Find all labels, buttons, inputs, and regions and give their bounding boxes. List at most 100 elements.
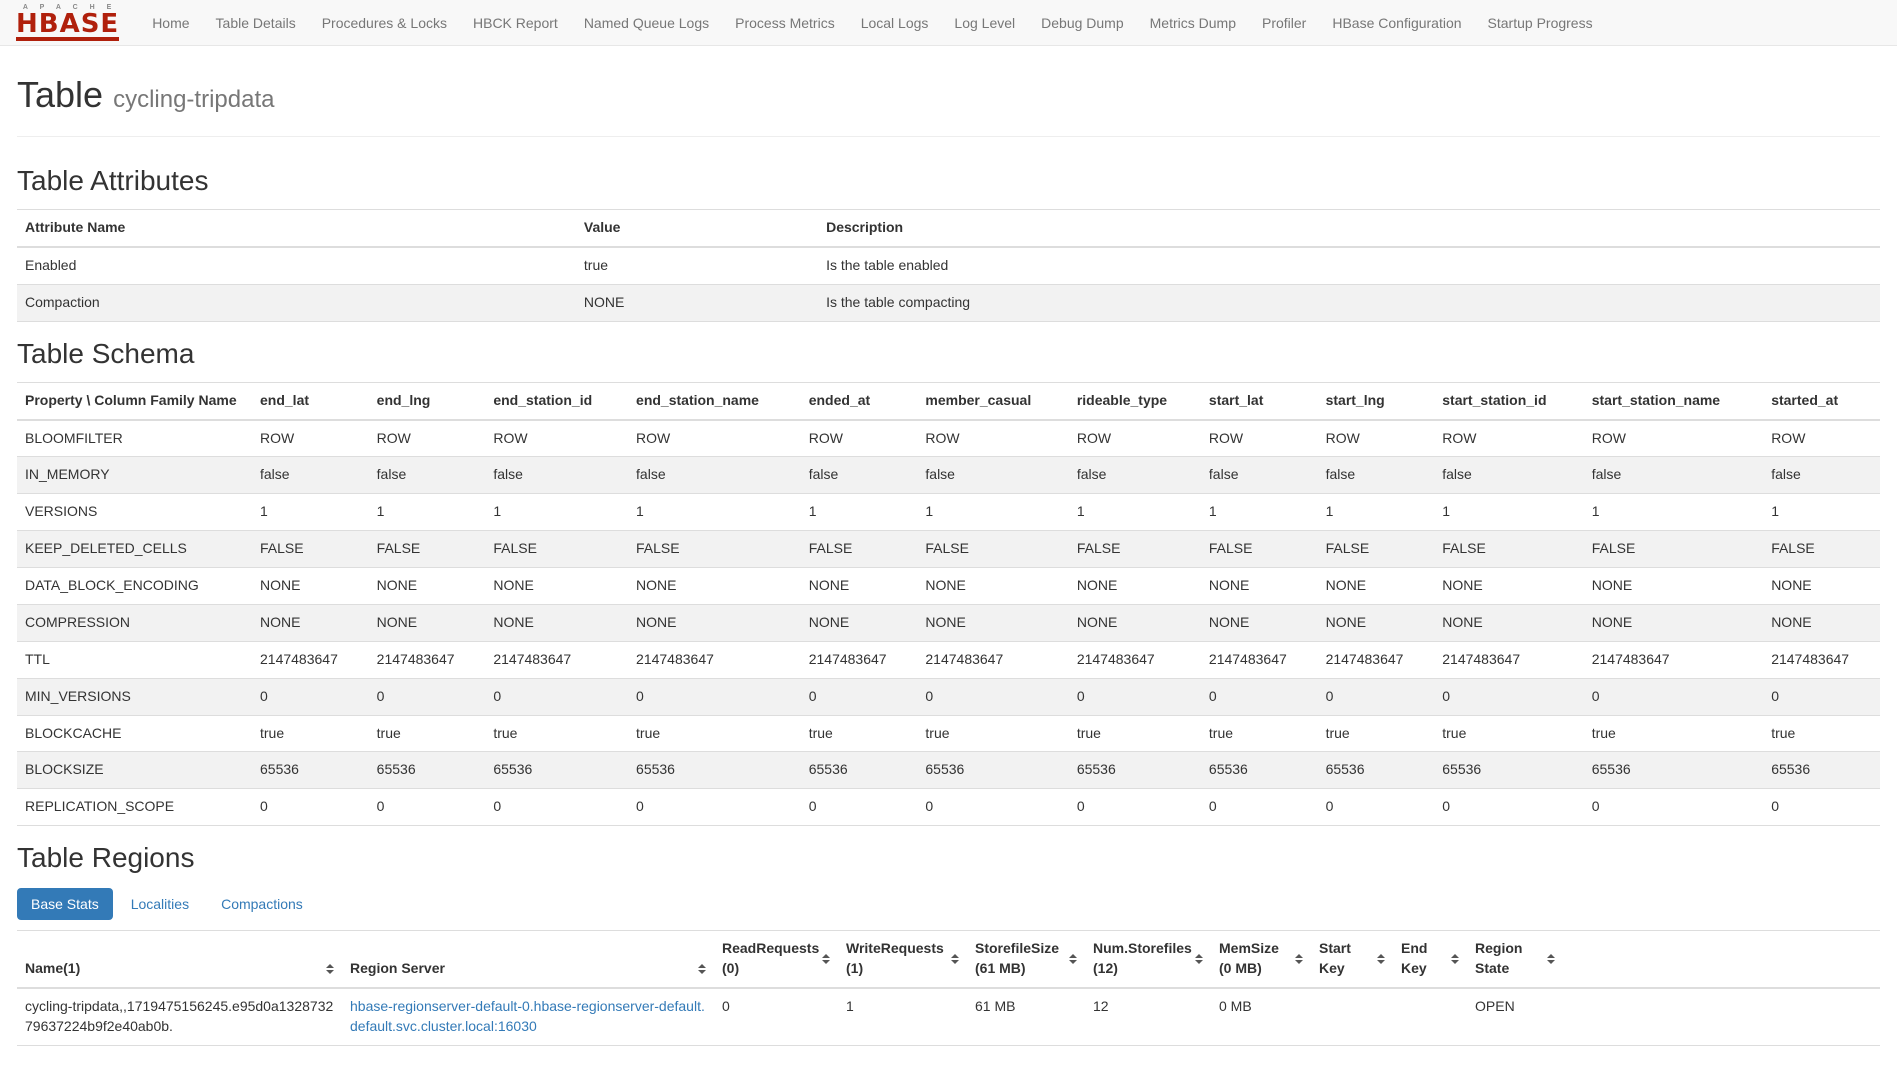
nav-item-debug-dump[interactable]: Debug Dump (1028, 1, 1137, 45)
table-cell: true (252, 715, 369, 752)
nav-item-home[interactable]: Home (139, 1, 202, 45)
regions-tbody: cycling-tripdata,,1719475156245.e95d0a13… (17, 988, 1880, 1045)
sortable-column-name-1[interactable]: Name(1) (17, 931, 342, 988)
table-cell: 0 (801, 789, 918, 826)
table-cell: 2147483647 (1201, 641, 1318, 678)
sortable-column-start-key[interactable]: Start Key (1311, 931, 1393, 988)
table-cell: FALSE (485, 531, 628, 568)
column-header-end-station-name: end_station_name (628, 382, 801, 419)
row-filler (1563, 988, 1880, 1045)
table-cell: Is the table compacting (818, 284, 1880, 321)
column-label: Name(1) (25, 959, 80, 979)
table-cell: false (917, 457, 1068, 494)
nav-item-startup-progress[interactable]: Startup Progress (1475, 1, 1606, 45)
sort-icon[interactable] (951, 954, 959, 964)
nav-item-table-details[interactable]: Table Details (203, 1, 309, 45)
sortable-column-region-server[interactable]: Region Server (342, 931, 714, 988)
tab-localities[interactable]: Localities (117, 888, 203, 920)
column-header-value: Value (576, 210, 818, 247)
sort-icon[interactable] (822, 954, 830, 964)
region-server-link[interactable]: hbase-regionserver-default-0.hbase-regio… (350, 998, 705, 1034)
table-cell: ROW (801, 420, 918, 457)
table-cell: 0 (485, 789, 628, 826)
nav-item-hbase-configuration[interactable]: HBase Configuration (1319, 1, 1474, 45)
hbase-logo[interactable]: A P A C H E HBASE (16, 4, 119, 41)
nav-item-profiler[interactable]: Profiler (1249, 1, 1319, 45)
table-cell: true (801, 715, 918, 752)
table-cell: FALSE (917, 531, 1068, 568)
table-cell: NONE (917, 604, 1068, 641)
nav-item-metrics-dump[interactable]: Metrics Dump (1137, 1, 1249, 45)
tab-base-stats[interactable]: Base Stats (17, 888, 113, 920)
nav-item-local-logs[interactable]: Local Logs (848, 1, 942, 45)
sort-down-arrow (1547, 960, 1555, 964)
column-label: Region State (1475, 939, 1543, 979)
sort-icon[interactable] (1195, 954, 1203, 964)
table-cell: NONE (252, 604, 369, 641)
header-filler (1563, 931, 1880, 988)
table-cell: 1 (485, 494, 628, 531)
nav-item-log-level[interactable]: Log Level (941, 1, 1028, 45)
nav-item-procedures-locks[interactable]: Procedures & Locks (309, 1, 460, 45)
table-cell: NONE (1584, 568, 1763, 605)
sort-icon[interactable] (1377, 954, 1385, 964)
table-cell: 0 (369, 789, 486, 826)
table-cell: ROW (1763, 420, 1880, 457)
table-cell: 65536 (1434, 752, 1583, 789)
attributes-table-head: Attribute NameValueDescription (17, 210, 1880, 247)
table-cell: 1 (252, 494, 369, 531)
nav-item-named-queue-logs[interactable]: Named Queue Logs (571, 1, 722, 45)
sort-icon[interactable] (1547, 954, 1555, 964)
table-cell: 65536 (628, 752, 801, 789)
table-cell: true (1318, 715, 1435, 752)
sort-icon[interactable] (326, 964, 334, 974)
sortable-column-num-storefiles-12[interactable]: Num.Storefiles (12) (1085, 931, 1211, 988)
table-cell: false (801, 457, 918, 494)
page-content: Tablecycling-tripdata Table Attributes A… (0, 46, 1897, 1086)
nav-item-hbck-report[interactable]: HBCK Report (460, 1, 571, 45)
region-start-key (1311, 988, 1393, 1045)
table-cell: 0 (1763, 789, 1880, 826)
table-row: DATA_BLOCK_ENCODINGNONENONENONENONENONEN… (17, 568, 1880, 605)
sortable-column-end-key[interactable]: End Key (1393, 931, 1467, 988)
column-header-end-lat: end_lat (252, 382, 369, 419)
header-divider (17, 136, 1880, 137)
table-cell: FALSE (1318, 531, 1435, 568)
table-cell: false (1584, 457, 1763, 494)
sort-icon[interactable] (1069, 954, 1077, 964)
header-cell: Region State (1475, 939, 1555, 979)
table-cell: NONE (1763, 604, 1880, 641)
table-cell: false (369, 457, 486, 494)
table-cell: 2147483647 (369, 641, 486, 678)
table-cell: ROW (485, 420, 628, 457)
schema-header-row: Property \ Column Family Nameend_latend_… (17, 382, 1880, 419)
table-cell: 65536 (1069, 752, 1201, 789)
table-row: EnabledtrueIs the table enabled (17, 247, 1880, 284)
sortable-column-writerequests-1[interactable]: WriteRequests (1) (838, 931, 967, 988)
region-write-requests: 1 (838, 988, 967, 1045)
sortable-column-memsize-0-mb[interactable]: MemSize (0 MB) (1211, 931, 1311, 988)
sort-down-arrow (1295, 960, 1303, 964)
column-label: Num.Storefiles (12) (1093, 939, 1191, 979)
column-header-ended-at: ended_at (801, 382, 918, 419)
sort-icon[interactable] (1295, 954, 1303, 964)
sortable-column-storefilesize-61-mb[interactable]: StorefileSize (61 MB) (967, 931, 1085, 988)
table-cell: 0 (1434, 678, 1583, 715)
table-row: MIN_VERSIONS000000000000 (17, 678, 1880, 715)
header-cell: End Key (1401, 939, 1459, 979)
sort-up-arrow (1295, 954, 1303, 958)
tab-compactions[interactable]: Compactions (207, 888, 317, 920)
table-cell: 0 (1201, 789, 1318, 826)
sort-down-arrow (822, 960, 830, 964)
table-cell: FALSE (369, 531, 486, 568)
table-cell: DATA_BLOCK_ENCODING (17, 568, 252, 605)
sortable-column-region-state[interactable]: Region State (1467, 931, 1563, 988)
table-cell: false (628, 457, 801, 494)
table-cell: 0 (1584, 789, 1763, 826)
nav-items: HomeTable DetailsProcedures & LocksHBCK … (139, 1, 1605, 45)
nav-item-process-metrics[interactable]: Process Metrics (722, 1, 848, 45)
schema-table-body: BLOOMFILTERROWROWROWROWROWROWROWROWROWRO… (17, 420, 1880, 826)
sort-icon[interactable] (1451, 954, 1459, 964)
sortable-column-readrequests-0[interactable]: ReadRequests (0) (714, 931, 838, 988)
sort-icon[interactable] (698, 964, 706, 974)
